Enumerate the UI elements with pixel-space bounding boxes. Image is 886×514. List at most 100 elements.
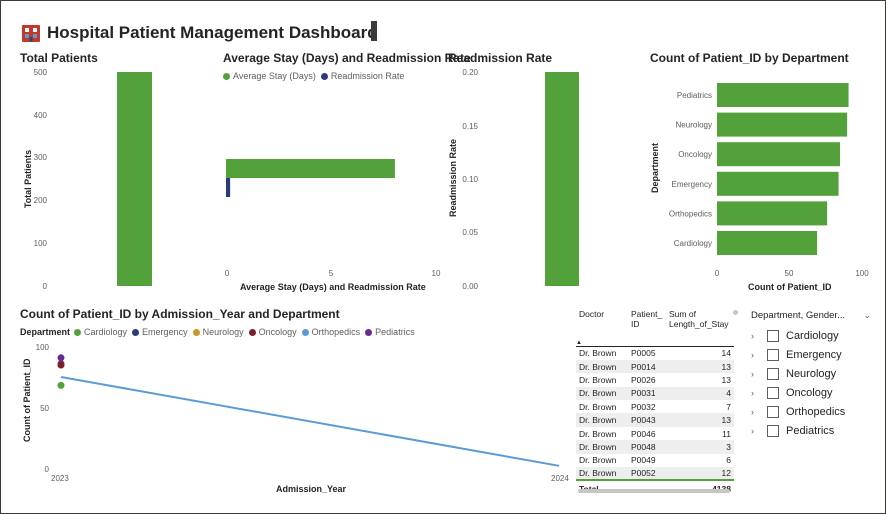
doctor-cell: Dr. Brown xyxy=(579,415,617,426)
total-patients-bar[interactable] xyxy=(117,72,152,286)
table-row[interactable]: Dr. Brown P0048 3 xyxy=(576,440,734,454)
tick-label: 400 xyxy=(33,111,47,120)
slicer-item-label: Neurology xyxy=(786,367,837,380)
dept-bar[interactable] xyxy=(717,142,840,167)
slicer-checkbox[interactable] xyxy=(767,405,779,418)
legend-item-emergency[interactable]: Emergency xyxy=(132,327,188,337)
tick-label: 0.00 xyxy=(462,282,478,291)
table-row[interactable]: Dr. Brown P0043 13 xyxy=(576,413,734,427)
category-label: Emergency xyxy=(672,180,712,189)
slicer-item-label: Emergency xyxy=(786,348,842,361)
table-row[interactable]: Dr. Brown P0032 7 xyxy=(576,400,734,414)
legend-item-neurology[interactable]: Neurology xyxy=(192,327,244,337)
table-row[interactable]: Dr. Brown P0052 12 xyxy=(576,467,734,481)
year-dept-plot xyxy=(57,354,560,467)
doctor-cell: Dr. Brown xyxy=(579,361,617,372)
length-of-stay-cell: 13 xyxy=(721,415,731,426)
avg-stay-legend: Average Stay (Days) Readmission Rate xyxy=(223,71,409,81)
slicer-item-label: Oncology xyxy=(786,386,833,399)
chevron-right-icon[interactable]: › xyxy=(751,388,763,398)
readmission-rate-bar[interactable] xyxy=(226,178,231,197)
legend-item-avg-stay[interactable]: Average Stay (Days) xyxy=(223,71,316,81)
tick-label: 50 xyxy=(784,269,794,278)
legend-label: Readmission Rate xyxy=(330,71,405,81)
slicer-item-oncology[interactable]: › Oncology xyxy=(751,383,871,402)
avg-stay-xlabel: Average Stay (Days) and Readmission Rate xyxy=(240,282,426,292)
legend-item-pediatrics[interactable]: Pediatrics xyxy=(365,327,415,337)
table-row[interactable]: Dr. Brown P0014 13 xyxy=(576,359,734,374)
series-line-orthopedics[interactable] xyxy=(60,376,560,467)
patient-id-cell: P0031 xyxy=(631,388,656,399)
category-label: Oncology xyxy=(678,150,712,159)
legend-dot xyxy=(320,72,328,80)
tick-label: 100 xyxy=(35,343,49,352)
tick-label: 10 xyxy=(431,269,441,278)
sort-arrow-icon[interactable]: ▲ xyxy=(576,340,582,346)
dept-bar[interactable] xyxy=(717,112,848,137)
patient-id-cell: P0046 xyxy=(631,428,656,439)
length-of-stay-cell: 3 xyxy=(726,441,731,452)
table-row[interactable]: Dr. Brown P0049 6 xyxy=(576,453,734,468)
legend-item-orthopedics[interactable]: Orthopedics xyxy=(301,327,360,337)
slicer-checkbox[interactable] xyxy=(767,329,779,342)
data-point-pediatrics[interactable] xyxy=(57,354,65,362)
slicer-checkbox[interactable] xyxy=(767,386,779,399)
dept-bar[interactable] xyxy=(717,231,818,255)
avg-stay-plot xyxy=(226,159,395,197)
more-options-icon[interactable] xyxy=(733,310,738,315)
tick-label: 0 xyxy=(44,465,49,474)
column-header-patient-id[interactable]: Patient_ ID xyxy=(628,308,666,336)
legend-item-cardiology[interactable]: Cardiology xyxy=(74,327,127,337)
department-slicer: Department, Gender... ⌄ › Cardiology › Emer… xyxy=(751,307,871,440)
table-row[interactable]: Dr. Brown P0026 13 xyxy=(576,373,734,387)
dept-bar[interactable] xyxy=(717,171,839,196)
length-of-stay-cell: 6 xyxy=(726,455,731,466)
slicer-item-emergency[interactable]: › Emergency xyxy=(751,345,871,364)
data-point-oncology[interactable] xyxy=(57,361,65,369)
table-row[interactable]: Dr. Brown P0005 14 xyxy=(576,346,734,360)
slicer-checkbox[interactable] xyxy=(767,424,779,437)
legend-label: Pediatrics xyxy=(375,327,415,337)
slicer-header[interactable]: Department, Gender... ⌄ xyxy=(751,307,871,323)
patient-id-cell: P0048 xyxy=(631,441,656,452)
legend-label: Emergency xyxy=(142,327,188,337)
length-of-stay-cell: 13 xyxy=(721,374,731,385)
column-header-length-of-stay[interactable]: Sum of Length_of_Stay xyxy=(666,308,734,336)
column-header-doctor[interactable]: Doctor xyxy=(576,308,628,336)
tick-label: 0 xyxy=(714,269,720,278)
readmission-bar[interactable] xyxy=(545,72,579,286)
legend-dot xyxy=(301,328,309,336)
table-row[interactable]: Dr. Brown P0031 4 xyxy=(576,386,734,401)
data-point-cardiology[interactable] xyxy=(57,381,65,389)
chevron-right-icon[interactable]: › xyxy=(751,350,763,360)
tick-label: 0 xyxy=(42,282,47,291)
legend-dot xyxy=(365,328,373,336)
length-of-stay-cell: 7 xyxy=(726,401,731,412)
slicer-checkbox[interactable] xyxy=(767,348,779,361)
dashboard-title: Hospital Patient Management Dashboard xyxy=(21,21,378,45)
slicer-item-neurology[interactable]: › Neurology xyxy=(751,364,871,383)
chevron-right-icon[interactable]: › xyxy=(751,407,763,417)
slicer-item-orthopedics[interactable]: › Orthopedics xyxy=(751,402,871,421)
chevron-down-icon[interactable]: ⌄ xyxy=(863,310,871,321)
slicer-checkbox[interactable] xyxy=(767,367,779,380)
dashboard-title-text: Hospital Patient Management Dashboard xyxy=(47,23,378,42)
slicer-item-pediatrics[interactable]: › Pediatrics xyxy=(751,421,871,440)
avg-stay-bar[interactable] xyxy=(226,159,395,178)
legend-item-readmission[interactable]: Readmission Rate xyxy=(320,71,405,81)
chevron-right-icon[interactable]: › xyxy=(751,331,763,341)
text-cursor xyxy=(371,21,377,41)
legend-item-oncology[interactable]: Oncology xyxy=(248,327,297,337)
tick-label: 0.05 xyxy=(462,228,478,237)
chevron-right-icon[interactable]: › xyxy=(751,426,763,436)
table-row[interactable]: Dr. Brown P0046 11 xyxy=(576,426,734,441)
legend-dot xyxy=(132,328,140,336)
slicer-item-cardiology[interactable]: › Cardiology xyxy=(751,326,871,345)
chevron-right-icon[interactable]: › xyxy=(751,369,763,379)
dept-bar[interactable] xyxy=(717,83,849,107)
tick-label: 0 xyxy=(224,269,230,278)
dept-bar[interactable] xyxy=(717,201,828,226)
table-horizontal-scrollbar[interactable] xyxy=(578,489,730,493)
year-dept-xlabel: Admission_Year xyxy=(276,484,347,494)
tick-label: 0.15 xyxy=(462,122,478,131)
